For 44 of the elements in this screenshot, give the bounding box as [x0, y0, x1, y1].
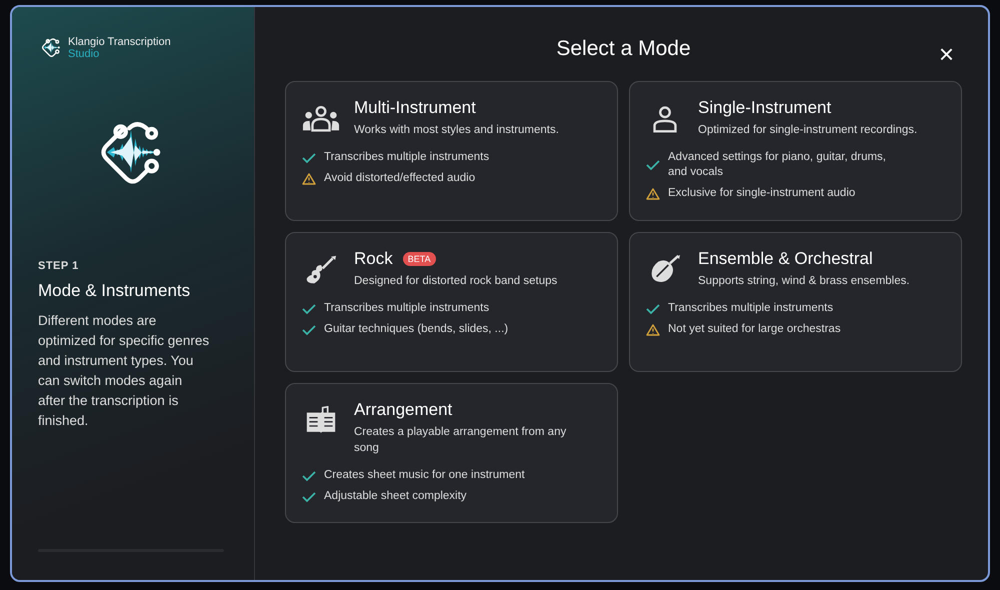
brand-name: Klangio Transcription	[68, 36, 171, 48]
mode-card[interactable]: Single-Instrument Optimized for single-instrument recordings. Advanced settings for piano, guitar, drums, and vocals Exclusive for single-instrument audio	[629, 81, 962, 221]
close-button[interactable]: ×	[934, 41, 958, 67]
check-icon	[302, 302, 316, 314]
mode-description: Designed for distorted rock band setups	[354, 274, 558, 289]
check-icon	[646, 302, 660, 314]
check-icon	[302, 470, 316, 482]
feature-text: Guitar techniques (bends, slides, ...)	[324, 322, 508, 337]
feature-text: Creates sheet music for one instrument	[324, 468, 525, 483]
people-icon	[302, 104, 340, 134]
mode-description: Optimized for single-instrument recordings.	[698, 123, 918, 138]
feature-text: Advanced settings for piano, guitar, drums, and vocals	[668, 150, 887, 180]
mode-description: Creates a playable arrangement from any song	[354, 425, 568, 456]
feature-text: Transcribes multiple instruments	[324, 150, 490, 165]
mode-title: Single-Instrument	[698, 98, 832, 118]
warning-icon	[646, 324, 660, 336]
check-icon	[302, 152, 316, 164]
mode-card[interactable]: Multi-Instrument Works with most styles and instruments. Transcribes multiple instruments Avoid distorted/effected audio	[285, 81, 618, 221]
feature-text: Exclusive for single-instrument audio	[668, 186, 856, 201]
step-title: Mode & Instruments	[38, 281, 192, 301]
step-label: STEP 1	[38, 260, 80, 272]
feature-text: Transcribes multiple instruments	[324, 301, 490, 316]
dialog-title: Select a Mode	[556, 37, 691, 61]
mode-card[interactable]: Ensemble & Orchestral Supports string, wind & brass ensembles. Transcribes multiple instruments Not yet suited for large orchestras	[629, 232, 962, 372]
check-icon	[302, 490, 316, 502]
mode-description: Supports string, wind & brass ensembles.	[698, 274, 911, 289]
check-icon	[302, 324, 316, 336]
mode-card[interactable]: Arrangement Creates a playable arrangement from any song Creates sheet music for one instrument Adjustable sheet complexity	[285, 383, 618, 523]
mode-title: Multi-Instrument	[354, 98, 476, 118]
mode-title: Arrangement	[354, 400, 452, 420]
mode-title: Rock	[354, 249, 393, 269]
warning-icon	[646, 188, 660, 200]
feature-text: Not yet suited for large orchestras	[668, 322, 841, 337]
beta-badge: BETA	[402, 252, 436, 266]
feature-text: Adjustable sheet complexity	[324, 489, 467, 504]
feature-text: Avoid distorted/effected audio	[324, 171, 476, 186]
check-icon	[646, 159, 660, 171]
warning-icon	[302, 172, 316, 184]
feature-text: Transcribes multiple instruments	[668, 301, 834, 316]
mode-card[interactable]: Rock BETA Designed for distorted rock band setups Transcribes multiple instruments Guitar techniques (bends, slides, ...)	[285, 232, 618, 372]
step-description: Different modes are optimized for specific genres and instrument types. You can switch modes again after the transcription is finished.	[38, 312, 210, 430]
mode-description: Works with most styles and instruments.	[354, 123, 560, 138]
brand-product: Studio	[68, 48, 100, 60]
mode-title: Ensemble & Orchestral	[698, 249, 873, 269]
